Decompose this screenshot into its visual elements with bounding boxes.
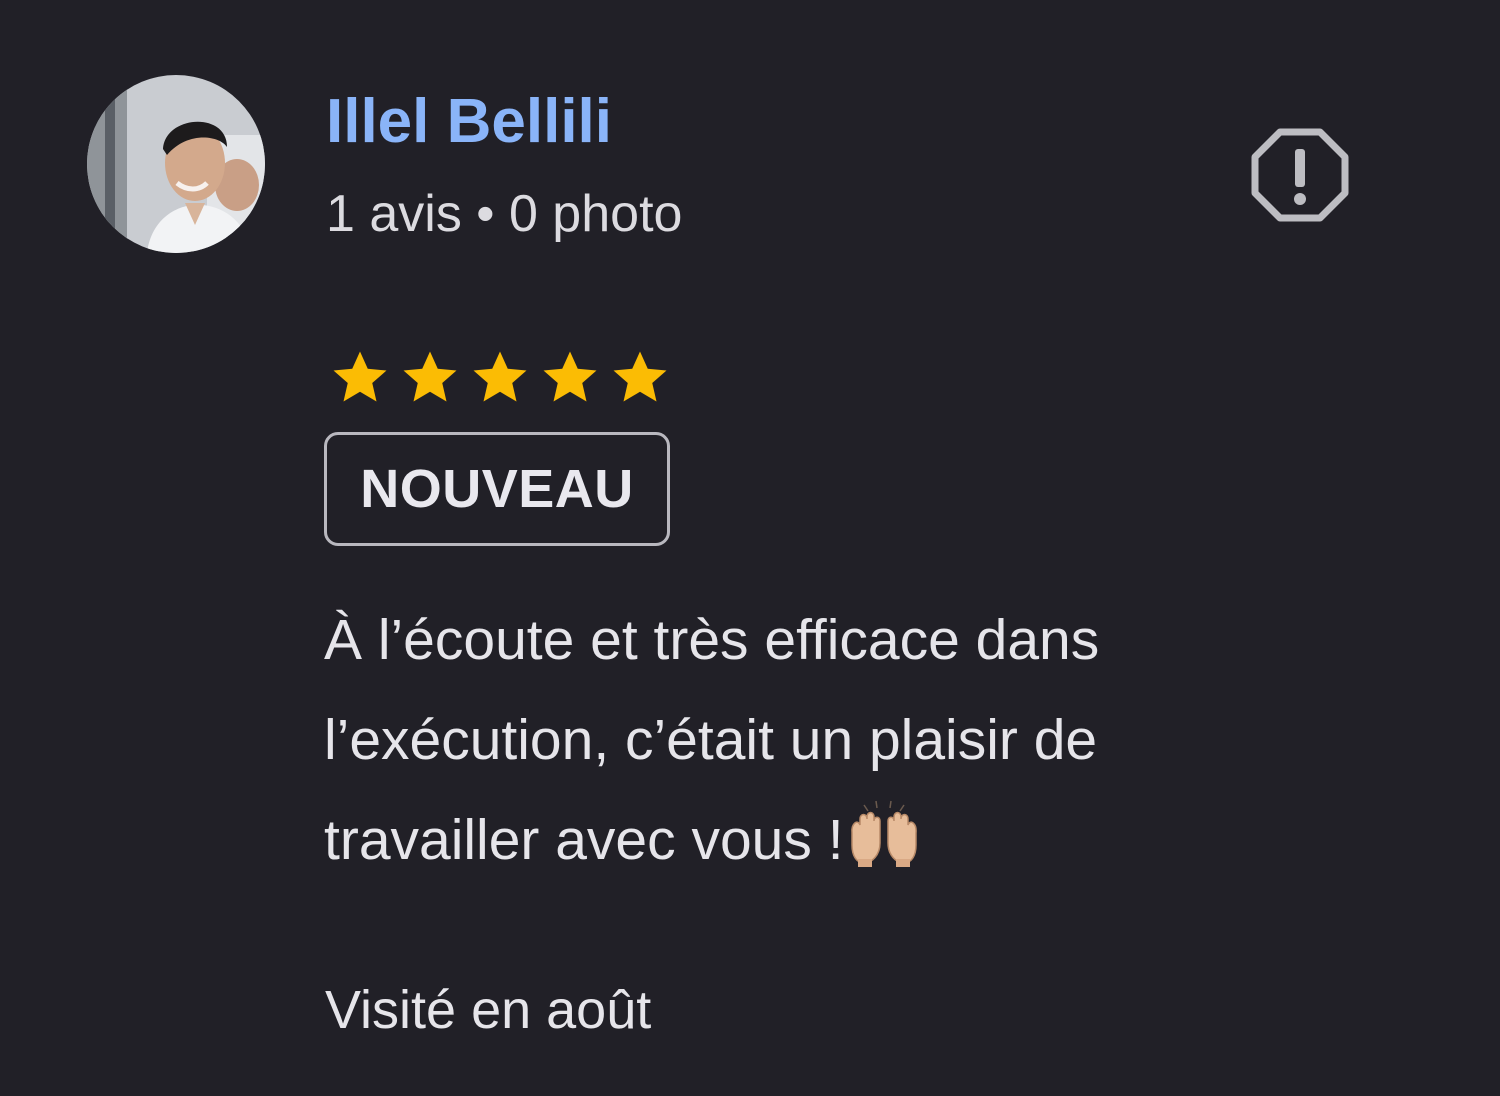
review-text-line: l’exécution, c’était un plaisir de [324,708,1098,772]
author-avatar[interactable] [87,75,265,253]
report-button[interactable] [1250,127,1350,223]
review-card: Illel Bellili 1 avis • 0 photo NOUVEAU À… [0,0,1500,1096]
author-meta: 1 avis • 0 photo [326,185,683,243]
review-text-line: À l’écoute et très efficace dans [324,608,1100,672]
report-icon [1251,128,1349,222]
star-icon [403,351,457,402]
author-name[interactable]: Illel Bellili [326,84,612,160]
star-icon [543,351,597,402]
review-text-line: travailler avec vous ! [324,808,844,872]
star-icon [333,351,387,402]
star-icon [613,351,667,402]
avatar-photo [87,75,265,253]
star-rating [328,347,672,407]
visit-date: Visité en août [325,980,652,1040]
review-text: À l’écoute et très efficace dans l’exécu… [324,590,1334,890]
star-icon [473,351,527,402]
new-badge: NOUVEAU [324,432,670,546]
raising-hands-icon [850,800,917,867]
